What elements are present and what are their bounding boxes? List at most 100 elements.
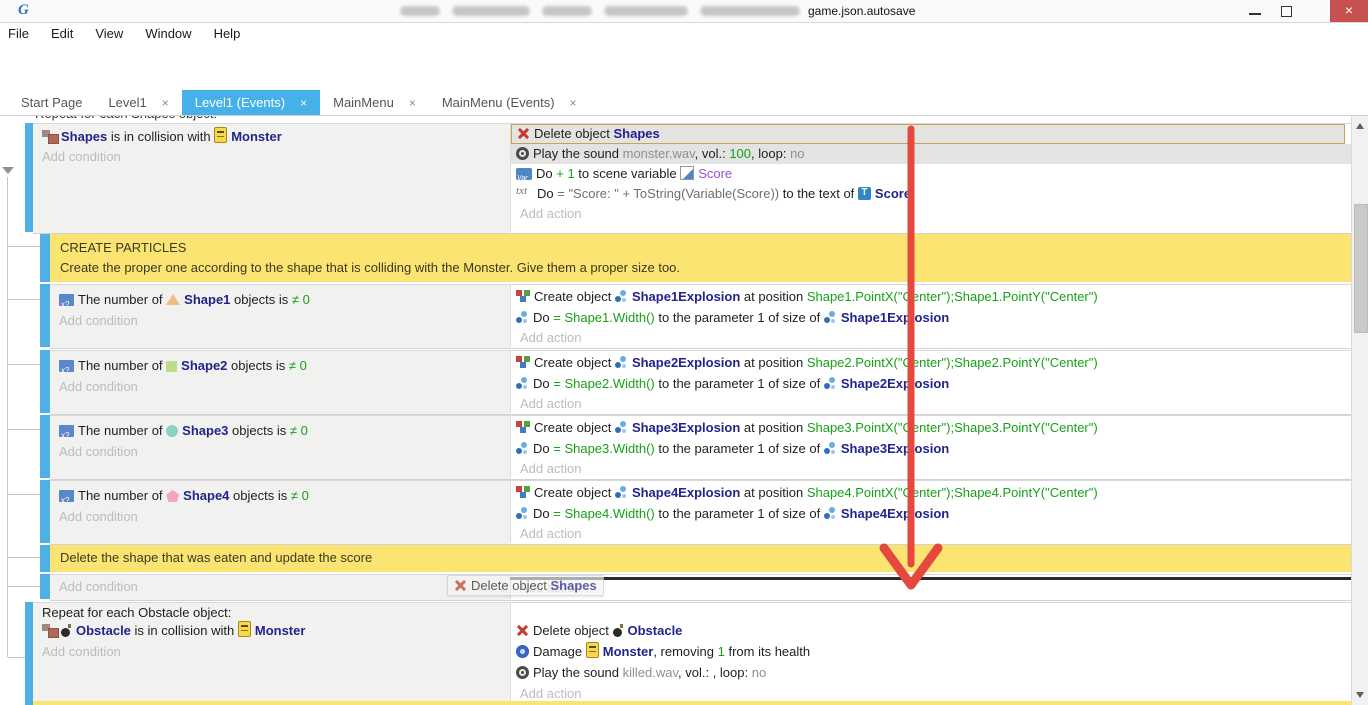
- add-condition-link[interactable]: Add condition: [37, 147, 121, 167]
- comment-block[interactable]: CREATE PARTICLES Create the proper one a…: [50, 234, 1351, 282]
- comment-block[interactable]: Delete the shape that was eaten and upda…: [50, 545, 1351, 572]
- text-segment: Shape2: [181, 358, 227, 373]
- add-condition-link[interactable]: Add condition: [54, 577, 138, 597]
- action-row[interactable]: Do = Shape4.Width() to the parameter 1 o…: [511, 504, 1351, 524]
- title-bar: G game.json.autosave ×: [0, 0, 1368, 23]
- bomb-icon: [613, 624, 624, 637]
- event-handle: [25, 123, 33, 232]
- action-row[interactable]: Do = Shape2.Width() to the parameter 1 o…: [511, 374, 1351, 394]
- collision-icon: [42, 129, 57, 143]
- text-segment: Delete object: [471, 578, 551, 593]
- menu-help[interactable]: Help: [203, 26, 252, 41]
- condition-row[interactable]: The number of Shape1 objects is ≠ 0: [54, 290, 509, 310]
- shape4-icon: [166, 490, 179, 502]
- menu-window[interactable]: Window: [134, 26, 202, 41]
- shape1-icon: [166, 294, 180, 305]
- action-row[interactable]: Do = Shape3.Width() to the parameter 1 o…: [511, 439, 1351, 459]
- add-action-link[interactable]: Add action: [515, 459, 581, 479]
- scroll-up-icon[interactable]: [1356, 123, 1364, 129]
- condition-row[interactable]: The number of Shape3 objects is ≠ 0: [54, 421, 509, 441]
- close-tab-icon[interactable]: ×: [300, 96, 307, 110]
- text-segment: The number of: [78, 358, 166, 373]
- action-row[interactable]: Damage Monster, removing 1 from its heal…: [511, 642, 1351, 662]
- add-action-link[interactable]: Add action: [515, 524, 581, 544]
- text-segment: 1: [718, 644, 725, 659]
- text-segment: Shape1Explosion: [841, 310, 949, 325]
- text-object-icon: [858, 187, 871, 200]
- particles-icon: [615, 356, 628, 369]
- text-segment: ≠ 0: [291, 488, 309, 503]
- scroll-down-icon[interactable]: [1356, 692, 1364, 698]
- comment-handle: [40, 234, 50, 282]
- condition-row[interactable]: Obstacle is in collision with Monster: [37, 621, 502, 641]
- text-segment: at position: [740, 355, 807, 370]
- action-row[interactable]: Delete object Obstacle: [511, 621, 1351, 641]
- restore-button[interactable]: [1272, 0, 1302, 22]
- add-condition-link[interactable]: Add condition: [37, 642, 121, 662]
- scene-var-icon: [680, 166, 694, 180]
- add-condition-link[interactable]: Add condition: [54, 507, 138, 527]
- text-segment: Create object: [534, 420, 615, 435]
- action-row[interactable]: Do = Shape1.Width() to the parameter 1 o…: [511, 308, 1351, 328]
- menu-file[interactable]: File: [0, 26, 40, 41]
- text-segment: objects is: [229, 488, 290, 503]
- add-condition-link[interactable]: Add condition: [54, 442, 138, 462]
- tab-mainmenu[interactable]: MainMenu×: [320, 90, 429, 115]
- count-icon: [59, 425, 74, 437]
- event-handle: [40, 284, 50, 347]
- txt-icon: [516, 188, 533, 200]
- gdevelop-logo-icon: G: [18, 2, 29, 19]
- close-tab-icon[interactable]: ×: [162, 96, 169, 110]
- add-action-link[interactable]: Add action: [515, 204, 581, 224]
- condition-row[interactable]: The number of Shape4 objects is ≠ 0: [54, 486, 509, 506]
- text-segment: ≠ 0: [290, 423, 308, 438]
- collapse-arrow-icon[interactable]: [2, 167, 14, 174]
- text-segment: , loop:: [751, 146, 790, 161]
- tab-mainmenu-events[interactable]: MainMenu (Events)×: [429, 90, 590, 115]
- add-condition-link[interactable]: Add condition: [54, 311, 138, 331]
- tab-level1-events[interactable]: Level1 (Events)×: [182, 90, 320, 115]
- action-row[interactable]: Play the sound monster.wav, vol.: 100, l…: [511, 144, 1351, 164]
- particles-icon: [824, 442, 837, 455]
- add-condition-link[interactable]: Add condition: [54, 377, 138, 397]
- text-segment: The number of: [78, 423, 166, 438]
- action-row[interactable]: Do = "Score: " + ToString(Variable(Score…: [511, 184, 1351, 204]
- action-row[interactable]: Create object Shape1Explosion at positio…: [511, 287, 1351, 307]
- monster-icon: [214, 127, 227, 143]
- close-tab-icon[interactable]: ×: [409, 96, 416, 110]
- menu-edit[interactable]: Edit: [40, 26, 84, 41]
- tab-label: Level1: [108, 95, 146, 110]
- text-segment: Shape2Explosion: [632, 355, 740, 370]
- text-segment: Delete object: [533, 623, 613, 638]
- menu-view[interactable]: View: [84, 26, 134, 41]
- tab-level1[interactable]: Level1 ×: [95, 90, 181, 115]
- condition-row[interactable]: Shapes is in collision with Monster: [37, 127, 502, 147]
- action-row[interactable]: Create object Shape3Explosion at positio…: [511, 418, 1351, 438]
- text-segment: Play the sound: [533, 665, 623, 680]
- action-row-selected[interactable]: Delete object Shapes: [511, 124, 1345, 144]
- action-row[interactable]: Create object Shape4Explosion at positio…: [511, 483, 1351, 503]
- add-action-link[interactable]: Add action: [515, 394, 581, 414]
- minimize-button[interactable]: [1240, 0, 1270, 22]
- condition-row[interactable]: The number of Shape2 objects is ≠ 0: [54, 356, 509, 376]
- text-segment: no: [790, 146, 804, 161]
- comment-handle: [25, 701, 33, 705]
- vertical-scrollbar[interactable]: [1351, 116, 1368, 705]
- text-segment: Do: [533, 506, 553, 521]
- partial-comment-block[interactable]: [33, 701, 1351, 705]
- close-button[interactable]: ×: [1330, 0, 1368, 22]
- add-action-link[interactable]: Add action: [515, 328, 581, 348]
- text-segment: Shape2Explosion: [841, 376, 949, 391]
- create-icon: [516, 290, 530, 303]
- count-icon: [59, 490, 74, 502]
- event-handle: [40, 350, 50, 413]
- scrollbar-thumb[interactable]: [1354, 204, 1368, 333]
- event-handle: [25, 602, 33, 701]
- tab-start-page[interactable]: Start Page: [8, 90, 95, 115]
- close-tab-icon[interactable]: ×: [570, 96, 577, 110]
- tree-line: [8, 494, 40, 495]
- action-row[interactable]: Do + 1 to scene variable Score: [511, 164, 1351, 184]
- comment-body: Create the proper one according to the s…: [60, 260, 680, 275]
- action-row[interactable]: Play the sound killed.wav, vol.: , loop:…: [511, 663, 1351, 683]
- action-row[interactable]: Create object Shape2Explosion at positio…: [511, 353, 1351, 373]
